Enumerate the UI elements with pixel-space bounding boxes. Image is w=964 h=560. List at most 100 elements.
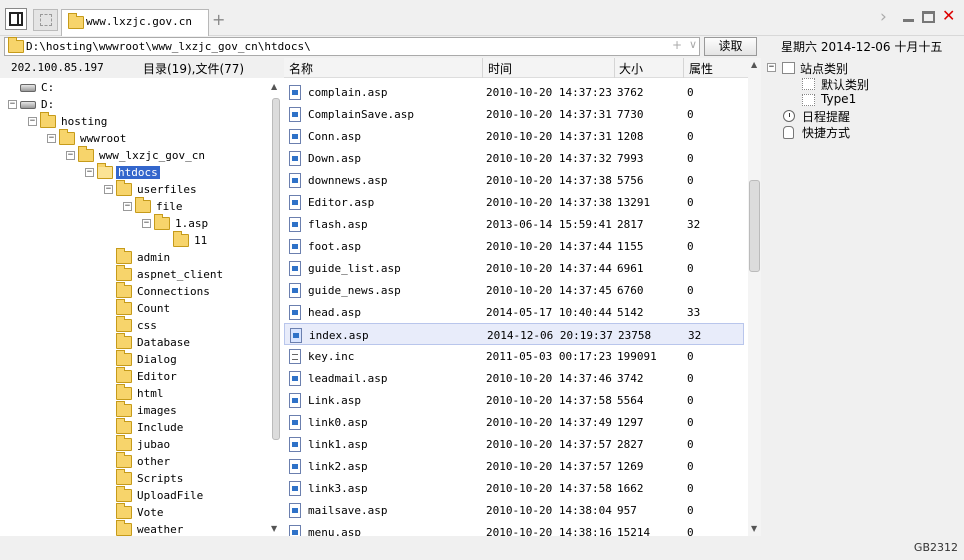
file-row[interactable]: complain.asp 2010-10-20 14:37:23 3762 0 [284, 81, 744, 103]
chevron-down-icon[interactable]: ∨ [689, 38, 697, 51]
folder-icon [78, 146, 94, 162]
folder-icon [8, 37, 24, 53]
file-row[interactable]: Link.asp 2010-10-20 14:37:58 5564 0 [284, 389, 744, 411]
file-attr: 0 [687, 262, 694, 275]
file-row[interactable]: link1.asp 2010-10-20 14:37:57 2827 0 [284, 433, 744, 455]
file-name: link0.asp [308, 416, 368, 429]
collapse-toggle-icon[interactable]: − [767, 63, 776, 72]
file-size: 1208 [617, 130, 644, 143]
tree-scroll-thumb[interactable] [272, 98, 280, 440]
file-row[interactable]: link2.asp 2010-10-20 14:37:57 1269 0 [284, 455, 744, 477]
collapse-toggle-icon[interactable]: − [142, 219, 151, 228]
file-list-scroll-thumb[interactable] [749, 180, 760, 272]
folder-icon [116, 486, 132, 502]
tree-node-label: C: [41, 81, 55, 94]
file-row[interactable]: menu.asp 2010-10-20 14:38:16 15214 0 [284, 521, 744, 536]
tree-node-label: jubao [137, 438, 171, 451]
file-name: link1.asp [308, 438, 368, 451]
file-list-scrollbar[interactable]: ▲ ▼ [748, 58, 761, 536]
file-row[interactable]: key.inc 2011-05-03 00:17:23 199091 0 [284, 345, 744, 367]
asp-file-icon [289, 151, 301, 166]
file-row[interactable]: guide_news.asp 2010-10-20 14:37:45 6760 0 [284, 279, 744, 301]
chevron-right-icon[interactable]: › [880, 7, 887, 27]
tab-site[interactable]: www.lxzjc.gov.cn [61, 9, 209, 36]
file-row[interactable]: mailsave.asp 2010-10-20 14:38:04 957 0 [284, 499, 744, 521]
file-row[interactable]: head.asp 2014-05-17 10:40:44 5142 33 [284, 301, 744, 323]
tree-node-label: css [137, 319, 157, 332]
maximize-button[interactable] [922, 11, 935, 23]
file-name: complain.asp [308, 86, 388, 99]
tree-node-label: UploadFile [137, 489, 204, 502]
asp-file-icon [289, 217, 301, 232]
add-path-icon[interactable]: + [672, 38, 682, 52]
file-name: ComplainSave.asp [308, 108, 414, 121]
file-row[interactable]: ComplainSave.asp 2010-10-20 14:37:31 7730 0 [284, 103, 744, 125]
file-size: 5142 [617, 306, 644, 319]
collapse-toggle-icon[interactable]: − [8, 100, 17, 109]
file-row[interactable]: Conn.asp 2010-10-20 14:37:31 1208 0 [284, 125, 744, 147]
collapse-toggle-icon[interactable]: − [104, 185, 113, 194]
file-row[interactable]: index.asp 2014-12-06 20:19:37 23758 32 [284, 323, 744, 345]
folder-tree: C: − D: − hosting − wwwroot − www_lxzjc_gov_cn − h… [0, 78, 284, 536]
col-size-header[interactable]: 大小 [619, 60, 643, 77]
folder-icon [116, 401, 132, 417]
file-row[interactable]: link0.asp 2010-10-20 14:37:49 1297 0 [284, 411, 744, 433]
minimize-button[interactable] [903, 10, 914, 22]
file-row[interactable]: flash.asp 2013-06-14 15:59:41 2817 32 [284, 213, 744, 235]
site-panel: − 站点类别 默认类别 Type1 日程提醒 快捷方式 [762, 58, 964, 536]
file-time: 2010-10-20 14:37:32 [486, 152, 612, 165]
tree-node-label: html [137, 387, 164, 400]
file-size: 15214 [617, 526, 651, 536]
tree-scrollbar[interactable]: ▲ ▼ [270, 80, 282, 536]
file-row[interactable]: Editor.asp 2010-10-20 14:37:38 13291 0 [284, 191, 744, 213]
scroll-down-icon[interactable]: ▼ [751, 524, 757, 533]
file-name: foot.asp [308, 240, 361, 253]
file-name: Link.asp [308, 394, 361, 407]
collapse-toggle-icon[interactable]: − [28, 117, 37, 126]
file-attr: 0 [687, 394, 694, 407]
tree-node-label: weather [137, 523, 184, 536]
col-attr-header[interactable]: 属性 [689, 60, 713, 77]
file-size: 3742 [617, 372, 644, 385]
read-button[interactable]: 读取 [704, 37, 757, 56]
asp-file-icon [289, 107, 301, 122]
blank-tab[interactable] [33, 9, 58, 31]
file-name: mailsave.asp [308, 504, 388, 517]
tree-node-label: images [137, 404, 177, 417]
panel-toggle-button[interactable] [5, 8, 27, 30]
file-row[interactable]: leadmail.asp 2010-10-20 14:37:46 3742 0 [284, 367, 744, 389]
file-row[interactable]: Down.asp 2010-10-20 14:37:32 7993 0 [284, 147, 744, 169]
address-bar: D:\hosting\wwwroot\www_lxzjc_gov_cn\htdo… [0, 36, 964, 57]
col-name-header[interactable]: 名称 [289, 60, 313, 77]
site-panel-label: 默认类别 [821, 78, 870, 92]
file-name: flash.asp [308, 218, 368, 231]
file-row[interactable]: link3.asp 2010-10-20 14:37:58 1662 0 [284, 477, 744, 499]
folder-icon [116, 469, 132, 485]
collapse-toggle-icon[interactable]: − [66, 151, 75, 160]
path-input[interactable]: D:\hosting\wwwroot\www_lxzjc_gov_cn\htdo… [4, 37, 700, 56]
scroll-up-icon[interactable]: ▲ [751, 60, 757, 69]
asp-file-icon [289, 371, 301, 386]
file-size: 1662 [617, 482, 644, 495]
folder-icon [173, 231, 189, 247]
file-time: 2014-05-17 10:40:44 [486, 306, 612, 319]
file-row[interactable]: downnews.asp 2010-10-20 14:37:38 5756 0 [284, 169, 744, 191]
tree-node-label: wwwroot [80, 132, 127, 145]
close-button[interactable]: ✕ [942, 6, 955, 25]
file-name: downnews.asp [308, 174, 388, 187]
file-attr: 32 [687, 218, 701, 231]
collapse-toggle-icon[interactable]: − [47, 134, 56, 143]
file-row[interactable]: guide_list.asp 2010-10-20 14:37:44 6961 0 [284, 257, 744, 279]
file-name: head.asp [308, 306, 361, 319]
col-time-header[interactable]: 时间 [488, 60, 512, 77]
title-bar: www.lxzjc.gov.cn + › ✕ [0, 0, 964, 36]
scroll-up-icon[interactable]: ▲ [271, 82, 277, 91]
scroll-down-icon[interactable]: ▼ [271, 524, 277, 533]
file-row[interactable]: foot.asp 2010-10-20 14:37:44 1155 0 [284, 235, 744, 257]
folder-icon [116, 367, 132, 383]
collapse-toggle-icon[interactable]: − [85, 168, 94, 177]
new-tab-button[interactable]: + [212, 10, 225, 29]
file-attr: 0 [687, 504, 694, 517]
file-time: 2010-10-20 14:37:45 [486, 284, 612, 297]
collapse-toggle-icon[interactable]: − [123, 202, 132, 211]
